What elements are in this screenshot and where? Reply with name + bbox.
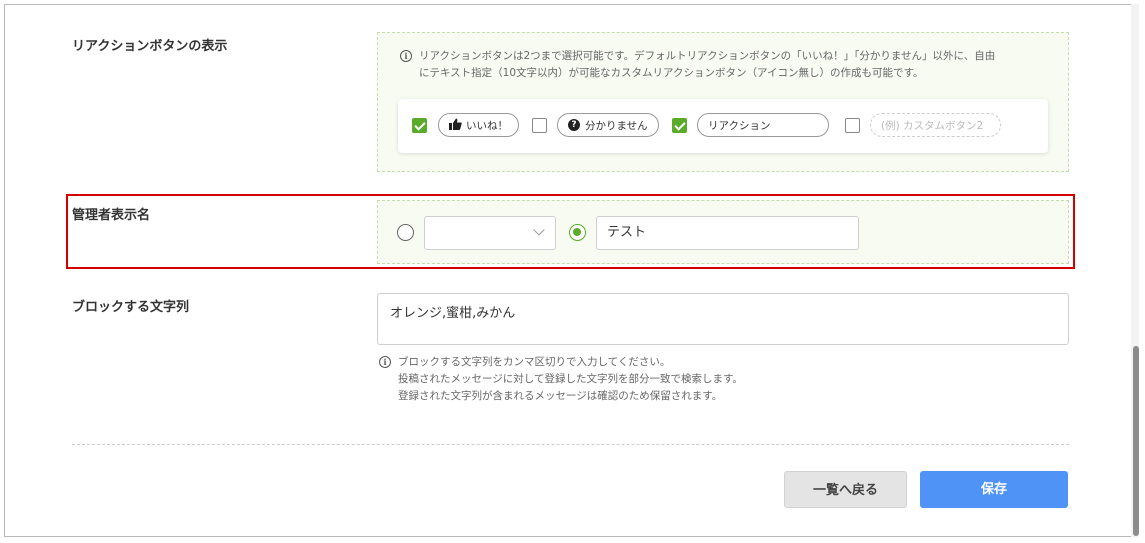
custom-reaction-input-2[interactable]: (例) カスタムボタン2: [870, 113, 1001, 137]
reaction-info-line1: リアクションボタンは2つまで選択可能です。デフォルトリアクションボタンの「いいね…: [419, 50, 996, 62]
checkbox-unknown[interactable]: [532, 118, 547, 133]
back-to-list-button[interactable]: 一覧へ戻る: [784, 471, 907, 508]
info-icon: i: [400, 50, 412, 62]
checkbox-like[interactable]: [412, 118, 427, 133]
section-divider: [72, 444, 1069, 445]
checkbox-custom-2[interactable]: [845, 118, 860, 133]
reaction-label-unknown: 分かりません: [585, 119, 648, 132]
highlight-frame: [66, 194, 1075, 269]
scrollbar-thumb[interactable]: [1133, 346, 1139, 536]
reaction-section-label: リアクションボタンの表示: [72, 39, 228, 54]
info-icon: i: [379, 356, 391, 368]
block-help-line2: 投稿されたメッセージに対して登録した文字列を部分一致で検索します。: [398, 373, 743, 385]
reaction-label-like: いいね！: [466, 119, 508, 132]
custom-reaction-input-1[interactable]: リアクション: [697, 113, 829, 137]
question-circle-icon: ?: [568, 119, 580, 131]
reaction-pill-unknown: ? 分かりません: [557, 113, 659, 137]
block-help-line3: 登録された文字列が含まれるメッセージは確認のため保留されます。: [398, 390, 723, 402]
block-strings-textarea[interactable]: オレンジ,蜜柑,みかん: [377, 293, 1069, 345]
reaction-info-line2: にテキスト指定（10文字以内）が可能なカスタムリアクションボタン（アイコン無し）…: [419, 67, 924, 79]
save-button[interactable]: 保存: [920, 471, 1068, 508]
thumbs-up-icon: [449, 118, 462, 133]
checkbox-custom-1[interactable]: [672, 118, 687, 133]
reaction-pill-like: いいね！: [438, 113, 519, 137]
block-strings-label: ブロックする文字列: [72, 300, 190, 315]
block-help-line1: ブロックする文字列をカンマ区切りで入力してください。: [398, 356, 671, 368]
